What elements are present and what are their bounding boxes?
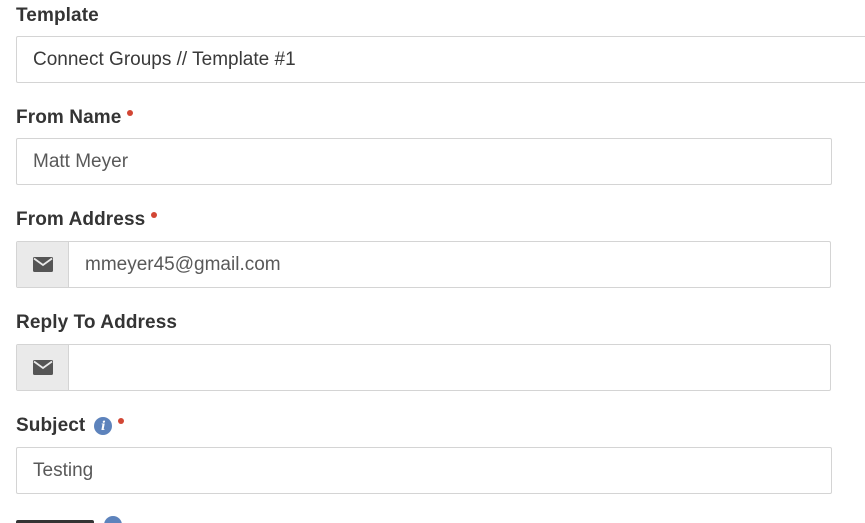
- from-name-value: Matt Meyer: [33, 150, 129, 172]
- email-form: Template Connect Groups // Template #1 F…: [0, 0, 865, 523]
- from-address-value: mmeyer45@gmail.com: [85, 253, 281, 275]
- subject-label-text: Subject: [16, 415, 86, 436]
- from-name-field: From Name: [16, 106, 134, 130]
- from-address-field: From Address: [16, 208, 158, 232]
- info-icon[interactable]: [104, 516, 122, 523]
- message-label-partial: [16, 515, 122, 523]
- from-name-label-text: From Name: [16, 107, 122, 128]
- from-address-label-text: From Address: [16, 209, 146, 230]
- reply-to-label: Reply To Address: [16, 311, 177, 335]
- subject-field: Subject i: [16, 414, 125, 438]
- template-value: Connect Groups // Template #1: [33, 48, 296, 70]
- template-select[interactable]: Connect Groups // Template #1: [16, 36, 865, 83]
- required-indicator: [127, 110, 134, 116]
- info-icon[interactable]: i: [94, 417, 113, 435]
- from-address-label: From Address: [16, 208, 158, 232]
- message-field-partial: [16, 515, 122, 523]
- reply-to-input[interactable]: [16, 344, 831, 391]
- subject-input[interactable]: Testing: [16, 447, 832, 494]
- template-label: Template: [16, 4, 99, 28]
- envelope-addon: [17, 345, 69, 390]
- reply-to-label-text: Reply To Address: [16, 312, 178, 333]
- from-name-label: From Name: [16, 106, 134, 130]
- from-address-input[interactable]: mmeyer45@gmail.com: [16, 241, 831, 288]
- reply-to-field: Reply To Address: [16, 311, 177, 335]
- envelope-icon: [32, 360, 53, 375]
- subject-label: Subject i: [16, 414, 125, 438]
- required-indicator: [118, 418, 125, 424]
- template-label-text: Template: [16, 5, 99, 26]
- required-indicator: [151, 212, 158, 218]
- subject-value: Testing: [33, 459, 94, 481]
- envelope-icon: [32, 257, 53, 272]
- template-field: Template: [16, 4, 99, 28]
- envelope-addon: [17, 242, 69, 287]
- from-name-input[interactable]: Matt Meyer: [16, 138, 832, 185]
